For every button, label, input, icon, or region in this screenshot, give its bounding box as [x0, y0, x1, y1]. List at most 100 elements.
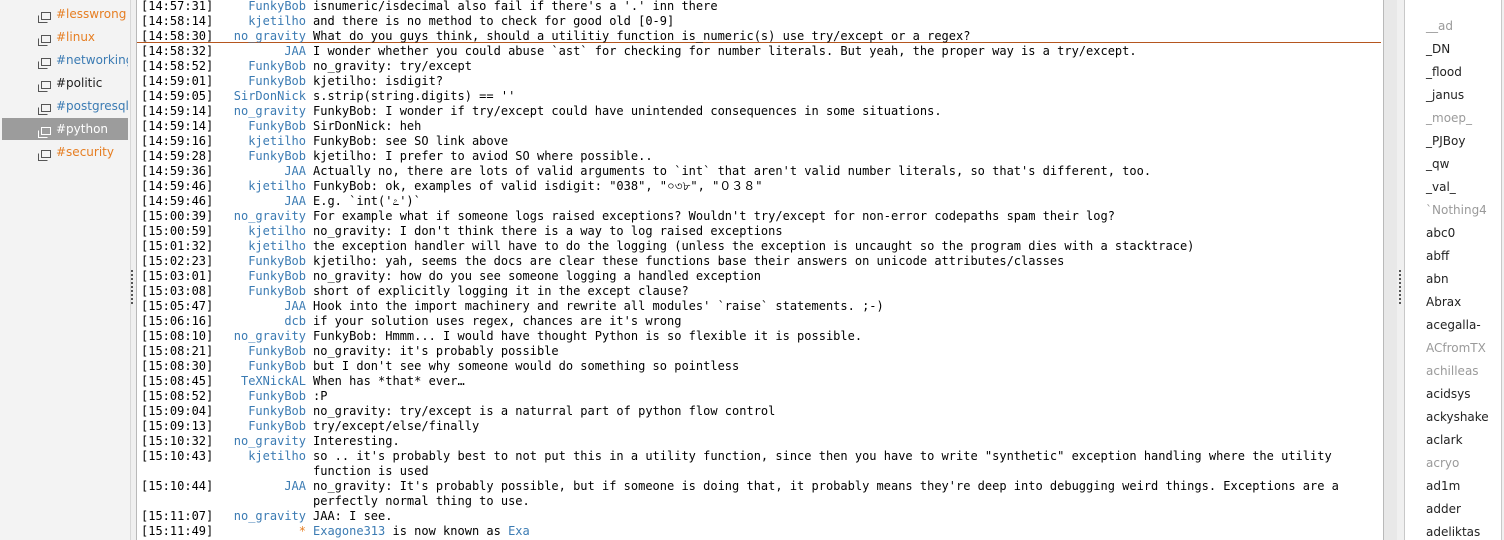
message-timestamp: [15:00:39]	[141, 209, 214, 223]
user-list-item[interactable]: abn	[1426, 270, 1449, 288]
message-nick[interactable]: kjetilho	[233, 179, 306, 194]
user-list-item[interactable]: acegalla-	[1426, 316, 1481, 334]
message-nick[interactable]: FunkyBob	[233, 404, 306, 419]
user-list-item[interactable]: _qw	[1426, 155, 1449, 173]
message-timestamp: [14:59:16]	[141, 134, 214, 148]
message-text: the exception handler will have to do th…	[313, 239, 1195, 253]
message-nick[interactable]: kjetilho	[233, 449, 306, 464]
message-nick[interactable]: FunkyBob	[233, 389, 306, 404]
message-nick[interactable]: kjetilho	[233, 134, 306, 149]
chat-scrollbar[interactable]	[1384, 0, 1397, 540]
chat-log[interactable]: [14:57:31] FunkyBob isnumeric/isdecimal al…	[136, 0, 1384, 540]
user-list-item[interactable]: _janus	[1426, 86, 1464, 104]
message-nick[interactable]: dcb	[233, 314, 306, 329]
message-nick[interactable]: JAA	[233, 194, 306, 209]
message-nick[interactable]: JAA	[233, 164, 306, 179]
message-nick[interactable]: *	[233, 524, 306, 539]
message-text: so .. it's probably best to not put this…	[313, 449, 1339, 478]
user-list-item[interactable]: ackyshake	[1426, 408, 1489, 426]
message-nick[interactable]: FunkyBob	[233, 269, 306, 284]
chat-message: [15:00:39] no_gravity For example what if …	[137, 209, 1383, 224]
message-nick[interactable]: FunkyBob	[233, 0, 306, 14]
message-nick[interactable]: FunkyBob	[233, 254, 306, 269]
message-timestamp: [15:10:32]	[141, 434, 214, 448]
message-nick[interactable]: TeXNickAL	[233, 374, 306, 389]
message-nick[interactable]: no_gravity	[233, 434, 306, 449]
channel-item[interactable]: #postgresql	[2, 95, 128, 117]
user-list-item[interactable]: abc0	[1426, 224, 1455, 242]
message-nick[interactable]: kjetilho	[233, 14, 306, 29]
user-list: __ad _DN _flood _janus _moep_ _PJBoy _qw _val_ `…	[1404, 0, 1502, 540]
user-list-item[interactable]: achilleas	[1426, 362, 1479, 380]
user-list-item[interactable]: aclark	[1426, 431, 1463, 449]
channel-item[interactable]: #networking	[2, 49, 128, 71]
message-nick[interactable]: no_gravity	[233, 104, 306, 119]
chat-bubble-icon	[38, 77, 51, 92]
message-timestamp: [15:08:21]	[141, 344, 214, 358]
message-nick[interactable]: no_gravity	[233, 329, 306, 344]
message-timestamp: [15:00:59]	[141, 224, 214, 238]
chat-bubble-icon	[38, 100, 51, 115]
message-timestamp: [14:59:28]	[141, 149, 214, 163]
chat-message: [14:58:14] kjetilho and there is no method…	[137, 14, 1383, 29]
channel-item[interactable]: #lesswrong	[2, 3, 128, 25]
user-list-item[interactable]: _val_	[1426, 178, 1456, 196]
chat-message: [14:59:01] FunkyBob kjetilho: isdigit?	[137, 74, 1383, 89]
user-list-item[interactable]: acryo	[1426, 454, 1459, 472]
message-nick[interactable]: no_gravity	[233, 209, 306, 224]
message-nick[interactable]: no_gravity	[233, 509, 306, 524]
user-list-item[interactable]: abff	[1426, 247, 1449, 265]
message-nick[interactable]: FunkyBob	[233, 359, 306, 374]
user-list-item[interactable]: acidsys	[1426, 385, 1471, 403]
user-list-item[interactable]: ad1m	[1426, 477, 1460, 495]
message-timestamp: [15:11:49]	[141, 524, 214, 538]
channel-item[interactable]: #security	[2, 141, 128, 163]
new-nick[interactable]: Exa	[508, 524, 530, 538]
message-nick[interactable]: FunkyBob	[233, 419, 306, 434]
message-text: no_gravity: how do you see someone loggi…	[313, 269, 761, 283]
chat-message: [14:58:30] no_gravity What do you guys thi…	[137, 29, 1383, 44]
message-text: short of explicitly logging it in the ex…	[313, 284, 689, 298]
chat-message: [15:10:43] kjetilho so .. it's probably be…	[137, 449, 1383, 479]
channel-item[interactable]: #linux	[2, 26, 128, 48]
user-list-item[interactable]: _PJBoy	[1426, 132, 1465, 150]
user-list-item[interactable]: adder	[1426, 500, 1461, 518]
message-text: FunkyBob: Hmmm... I would have thought P…	[313, 329, 863, 343]
user-list-item[interactable]: _DN	[1426, 40, 1450, 58]
message-timestamp: [15:08:45]	[141, 374, 214, 388]
message-nick[interactable]: FunkyBob	[233, 344, 306, 359]
chat-message: [15:08:30] FunkyBob but I don't see why so…	[137, 359, 1383, 374]
message-nick[interactable]: kjetilho	[233, 224, 306, 239]
old-nick[interactable]: Exagone313	[313, 524, 385, 538]
channel-item[interactable]: #python	[2, 118, 128, 140]
message-nick[interactable]: FunkyBob	[233, 284, 306, 299]
message-nick[interactable]: FunkyBob	[233, 59, 306, 74]
message-nick[interactable]: JAA	[233, 44, 306, 59]
message-nick[interactable]: JAA	[233, 299, 306, 314]
message-text: What do you guys think, should a utiliti…	[313, 29, 971, 43]
user-list-item[interactable]: _flood	[1426, 63, 1462, 81]
message-nick[interactable]: kjetilho	[233, 239, 306, 254]
message-nick[interactable]: FunkyBob	[233, 149, 306, 164]
user-list-item[interactable]: Abrax	[1426, 293, 1461, 311]
message-timestamp: [14:57:31]	[141, 0, 214, 13]
channel-item[interactable]: #politic	[2, 72, 128, 94]
message-nick[interactable]: SirDonNick	[233, 89, 306, 104]
user-list-item[interactable]: adeliktas	[1426, 523, 1480, 540]
user-list-item[interactable]: _moep_	[1426, 109, 1472, 127]
chat-message: [15:10:44] JAA no_gravity: It's probably p…	[137, 479, 1383, 509]
message-text: When has *that* ever…	[313, 374, 465, 388]
message-text: kjetilho: I prefer to aviod SO where pos…	[313, 149, 653, 163]
message-text: and there is no method to check for good…	[313, 14, 675, 28]
message-timestamp: [15:03:08]	[141, 284, 214, 298]
user-list-item[interactable]: ACfromTX	[1426, 339, 1486, 357]
message-nick[interactable]: no_gravity	[233, 29, 306, 44]
channel-label: #security	[56, 145, 114, 159]
nick-change-text: is now known as	[385, 524, 509, 538]
message-nick[interactable]: FunkyBob	[233, 74, 306, 89]
user-list-item[interactable]: __ad	[1426, 17, 1453, 35]
message-nick[interactable]: JAA	[233, 479, 306, 494]
user-list-item[interactable]: `Nothing4	[1426, 201, 1487, 219]
message-timestamp: [15:03:01]	[141, 269, 214, 283]
message-nick[interactable]: FunkyBob	[233, 119, 306, 134]
